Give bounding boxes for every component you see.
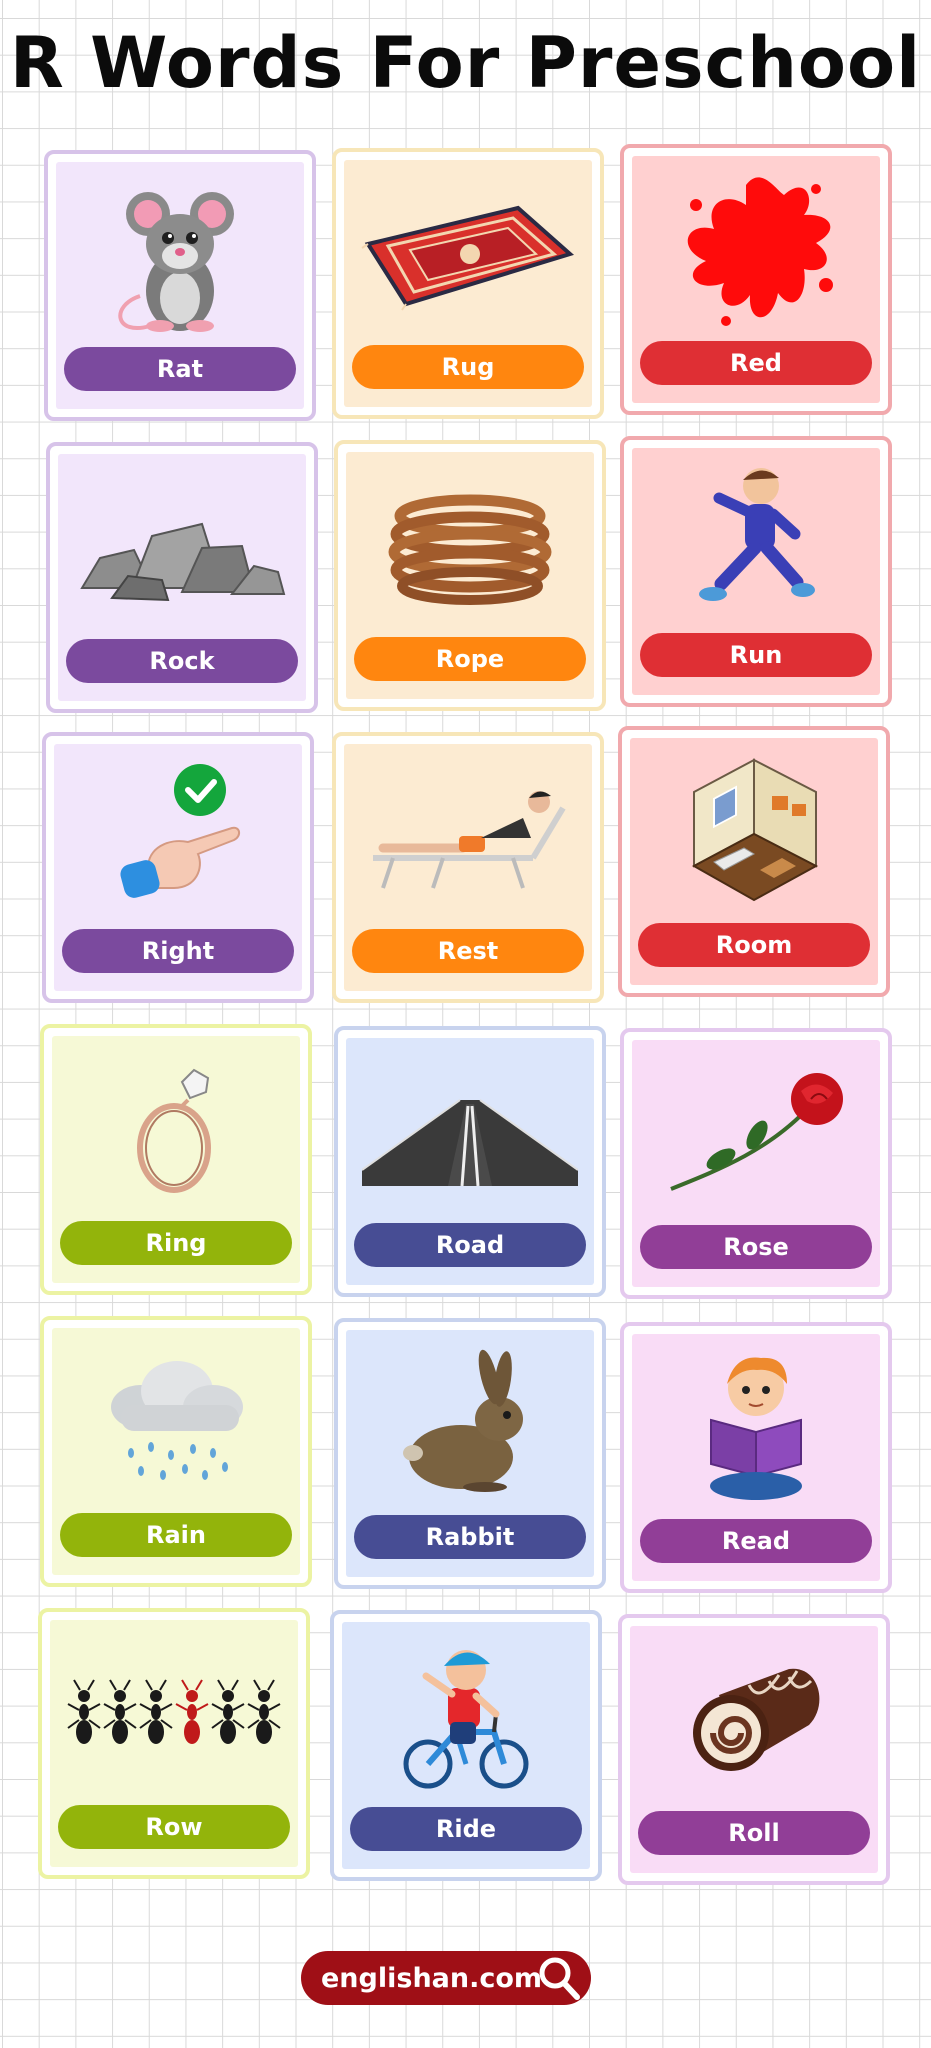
word-label: Right xyxy=(62,929,294,973)
word-label: Rabbit xyxy=(354,1515,586,1559)
word-card-read[interactable]: Read xyxy=(620,1322,892,1593)
word-label: Room xyxy=(638,923,870,967)
word-label: Rest xyxy=(352,929,584,973)
word-label: Rock xyxy=(66,639,298,683)
site-url: englishan.com xyxy=(321,1962,543,1994)
word-card-right[interactable]: Right xyxy=(42,732,314,1003)
ring-icon xyxy=(52,1050,300,1210)
cake-roll-icon xyxy=(630,1640,878,1800)
word-card-rug[interactable]: Rug xyxy=(332,148,604,419)
word-card-run[interactable]: Run xyxy=(620,436,892,707)
word-label: Rat xyxy=(64,347,296,391)
reading-boy-icon xyxy=(632,1348,880,1508)
word-label: Road xyxy=(354,1223,586,1267)
word-card-red[interactable]: Red xyxy=(620,144,892,415)
word-label: Rose xyxy=(640,1225,872,1269)
red-splat-icon xyxy=(632,170,880,330)
word-card-rest[interactable]: Rest xyxy=(332,732,604,1003)
word-label: Rain xyxy=(60,1513,292,1557)
rug-icon xyxy=(344,174,592,334)
word-card-rope[interactable]: Rope xyxy=(334,440,606,711)
word-card-rose[interactable]: Rose xyxy=(620,1028,892,1299)
word-card-rabbit[interactable]: Rabbit xyxy=(334,1318,606,1589)
word-label: Run xyxy=(640,633,872,677)
bike-ride-icon xyxy=(342,1636,590,1796)
rope-icon xyxy=(346,466,594,626)
word-card-ride[interactable]: Ride xyxy=(330,1610,602,1881)
word-card-rat[interactable]: Rat xyxy=(44,150,316,421)
word-label: Ring xyxy=(60,1221,292,1265)
page-title: R Words For Preschool xyxy=(9,22,922,104)
rat-icon xyxy=(56,176,304,336)
running-boy-icon xyxy=(632,462,880,622)
rose-icon xyxy=(632,1054,880,1214)
rabbit-icon xyxy=(346,1344,594,1504)
word-card-road[interactable]: Road xyxy=(334,1026,606,1297)
word-label: Ride xyxy=(350,1807,582,1851)
site-badge[interactable]: englishan.com xyxy=(301,1951,591,2005)
word-card-roll[interactable]: Roll xyxy=(618,1614,890,1885)
word-card-ring[interactable]: Ring xyxy=(40,1024,312,1295)
room-icon xyxy=(630,752,878,912)
word-label: Rug xyxy=(352,345,584,389)
rain-cloud-icon xyxy=(52,1342,300,1502)
word-label: Read xyxy=(640,1519,872,1563)
word-card-rock[interactable]: Rock xyxy=(46,442,318,713)
word-card-rain[interactable]: Rain xyxy=(40,1316,312,1587)
word-label: Rope xyxy=(354,637,586,681)
word-label: Row xyxy=(58,1805,290,1849)
ants-row-icon xyxy=(50,1634,298,1794)
right-hand-check-icon xyxy=(54,758,302,918)
road-icon xyxy=(346,1052,594,1212)
word-card-row[interactable]: Row xyxy=(38,1608,310,1879)
word-label: Red xyxy=(640,341,872,385)
word-card-room[interactable]: Room xyxy=(618,726,890,997)
rock-icon xyxy=(58,468,306,628)
search-icon xyxy=(539,1957,580,2000)
resting-man-icon xyxy=(344,758,592,918)
word-label: Roll xyxy=(638,1811,870,1855)
